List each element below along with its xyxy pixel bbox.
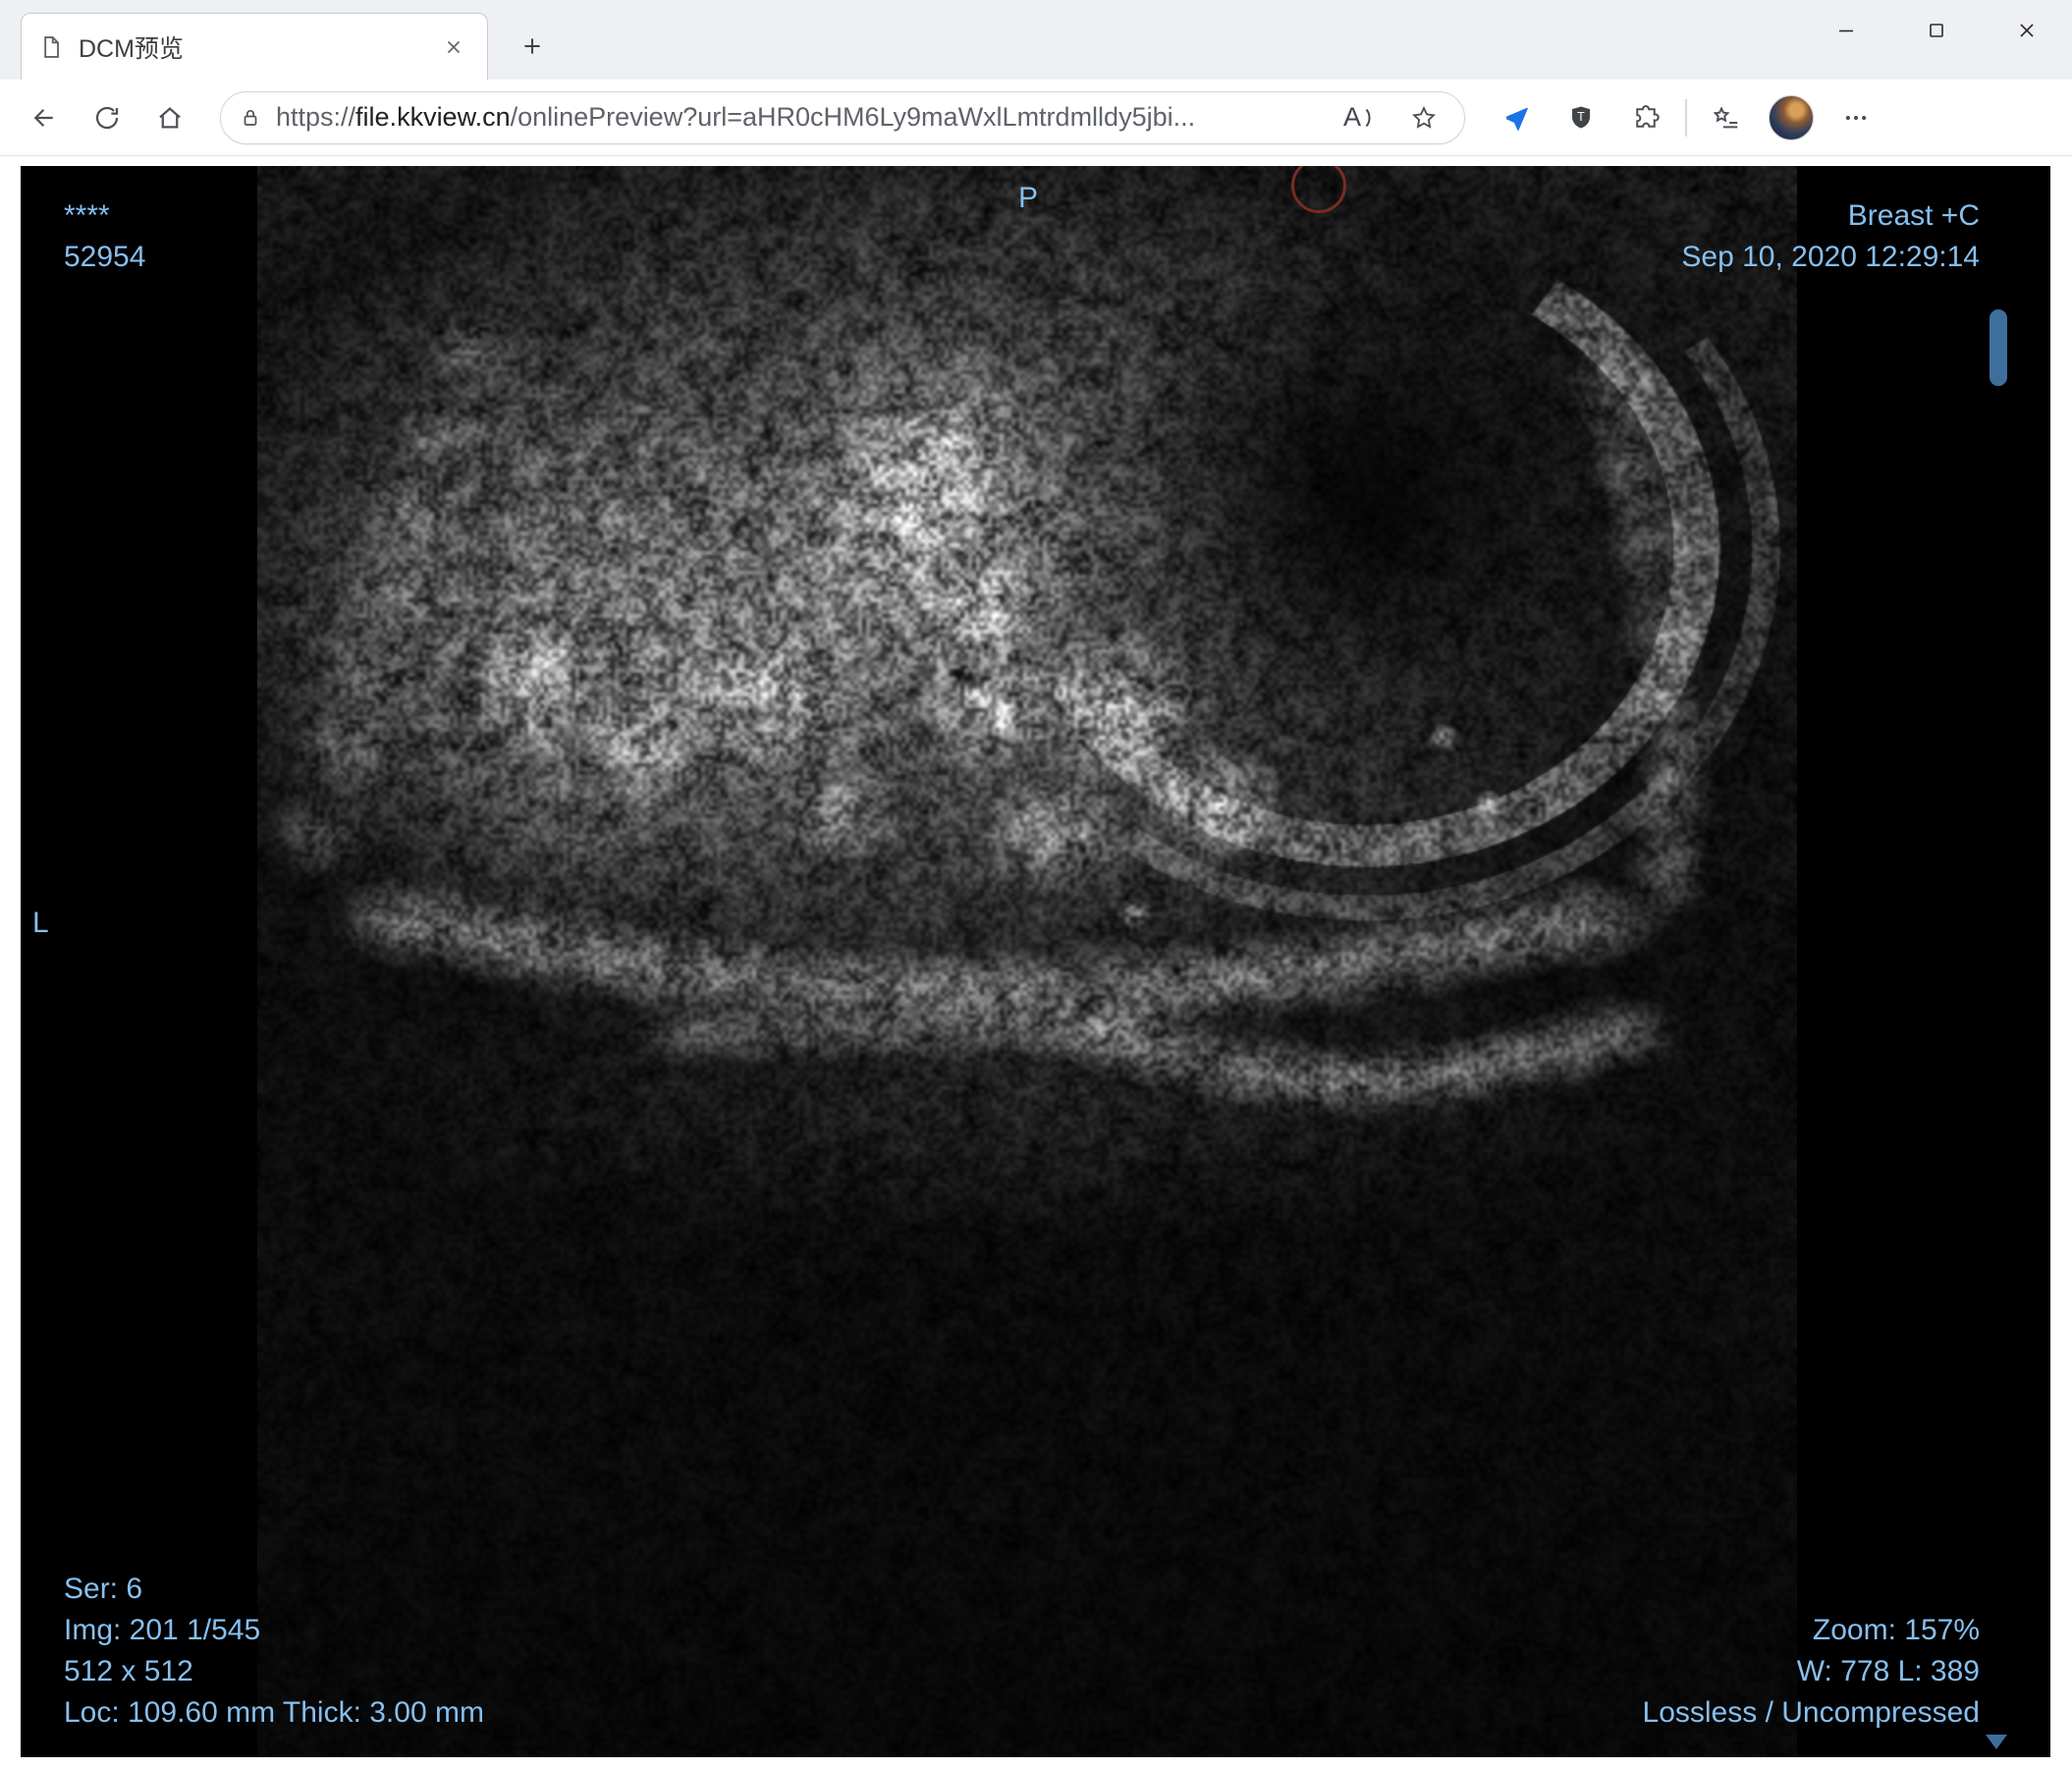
close-icon	[443, 36, 464, 58]
compression-info: Lossless / Uncompressed	[1643, 1692, 1980, 1734]
favorite-star-button[interactable]	[1401, 95, 1446, 140]
url-path: /onlinePreview?url=aHR0cHM6Ly9maWxlLmtrd…	[511, 102, 1196, 132]
viewer-scrollbar-thumb[interactable]	[1990, 309, 2007, 386]
dicom-image-canvas[interactable]	[257, 166, 1797, 1757]
home-icon	[155, 103, 185, 133]
url-scheme: https://	[276, 102, 355, 132]
read-aloud-wave-icon	[1363, 105, 1375, 131]
series-number: Ser: 6	[64, 1569, 484, 1610]
read-aloud-icon: A	[1343, 102, 1361, 133]
page-background: **** 52954 P L Breast +C Sep 10, 2020 12…	[0, 156, 2072, 1768]
extensions-button[interactable]	[1620, 92, 1671, 143]
image-matrix: 512 x 512	[64, 1651, 484, 1692]
ellipsis-icon	[1841, 103, 1871, 133]
minimize-icon	[1834, 19, 1858, 42]
extension-send-button[interactable]	[1491, 92, 1542, 143]
maximize-button[interactable]	[1891, 0, 1982, 61]
extension-shield-button[interactable]: T	[1555, 92, 1607, 143]
address-bar[interactable]: https://file.kkview.cn/onlinePreview?url…	[220, 91, 1465, 144]
back-button[interactable]	[18, 91, 71, 144]
refresh-icon	[92, 103, 122, 133]
more-menu-button[interactable]	[1830, 92, 1881, 143]
orientation-marker-posterior: P	[1018, 178, 1038, 219]
document-icon	[37, 33, 65, 61]
lock-icon[interactable]	[239, 106, 262, 130]
scrollbar-down-arrow[interactable]	[1986, 1735, 2007, 1749]
overlay-study-info: Breast +C Sep 10, 2020 12:29:14	[1681, 195, 1980, 278]
tab-strip: DCM预览	[0, 0, 2072, 80]
star-icon	[1410, 104, 1438, 132]
avatar	[1769, 95, 1814, 140]
toolbar-divider	[1685, 99, 1687, 137]
dicom-viewer[interactable]: **** 52954 P L Breast +C Sep 10, 2020 12…	[21, 166, 2050, 1757]
study-datetime: Sep 10, 2020 12:29:14	[1681, 237, 1980, 278]
url-domain: file.kkview.cn	[355, 102, 511, 132]
minimize-button[interactable]	[1801, 0, 1891, 61]
back-arrow-icon	[29, 103, 59, 133]
orientation-marker-left: L	[32, 903, 49, 944]
refresh-button[interactable]	[81, 91, 134, 144]
puzzle-icon	[1631, 103, 1661, 133]
shield-icon: T	[1566, 103, 1596, 133]
image-number: Img: 201 1/545	[64, 1610, 484, 1651]
overlay-display-info: Zoom: 157% W: 778 L: 389 Lossless / Unco…	[1643, 1610, 1980, 1734]
new-tab-button[interactable]	[509, 23, 556, 70]
overlay-patient-info: **** 52954	[64, 195, 145, 278]
patient-id: 52954	[64, 237, 145, 278]
zoom-level: Zoom: 157%	[1643, 1610, 1980, 1651]
favorites-hub-icon	[1712, 103, 1741, 133]
tab-title: DCM预览	[79, 29, 422, 65]
window-level: W: 778 L: 389	[1643, 1651, 1980, 1692]
navigation-bar: https://file.kkview.cn/onlinePreview?url…	[0, 80, 2072, 156]
tab-dcm-preview[interactable]: DCM预览	[21, 13, 488, 80]
svg-text:T: T	[1577, 110, 1585, 124]
patient-name: ****	[64, 195, 145, 237]
favorites-list-button[interactable]	[1701, 92, 1752, 143]
overlay-series-info: Ser: 6 Img: 201 1/545 512 x 512 Loc: 109…	[64, 1569, 484, 1734]
extension-row: T	[1491, 92, 1881, 143]
home-button[interactable]	[143, 91, 196, 144]
maximize-icon	[1925, 19, 1948, 42]
read-aloud-button[interactable]: A	[1331, 96, 1388, 139]
slice-location: Loc: 109.60 mm Thick: 3.00 mm	[64, 1692, 484, 1734]
window-controls	[1801, 0, 2072, 61]
study-description: Breast +C	[1681, 195, 1980, 237]
url-text: https://file.kkview.cn/onlinePreview?url…	[276, 102, 1317, 133]
paper-plane-icon	[1501, 103, 1531, 133]
profile-avatar-button[interactable]	[1766, 92, 1817, 143]
plus-icon	[519, 33, 545, 59]
close-icon	[2015, 19, 2039, 42]
close-window-button[interactable]	[1982, 0, 2072, 61]
tab-close-button[interactable]	[436, 29, 471, 65]
